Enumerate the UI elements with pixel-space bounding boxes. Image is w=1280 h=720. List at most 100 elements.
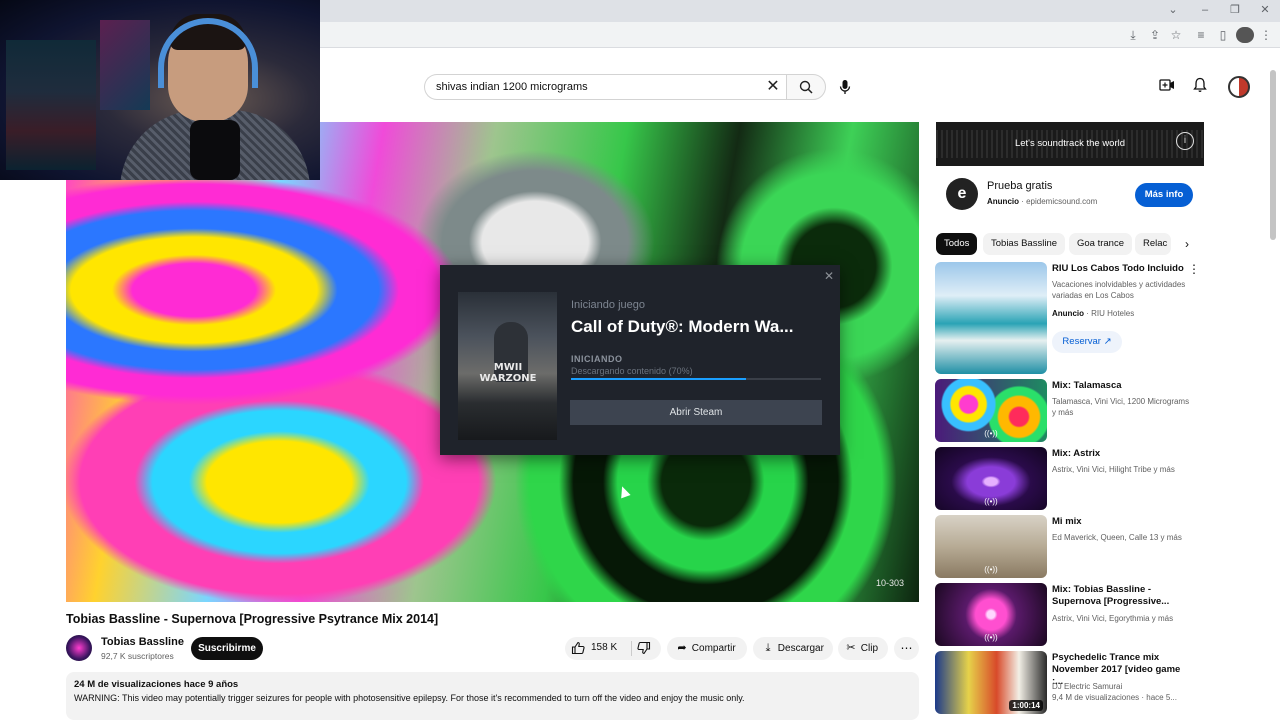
rec-thumbnail-psytrance[interactable]: 1:00:14 [935, 651, 1047, 714]
launch-status: Iniciando juego [571, 299, 646, 311]
channel-avatar[interactable] [66, 635, 92, 661]
webcam-overlay [0, 0, 320, 180]
dislike-icon [637, 641, 651, 655]
progress-fill [571, 378, 746, 380]
mix-icon: ((•)) [984, 497, 998, 506]
download-button[interactable]: ⤓ Descargar [753, 637, 833, 660]
subscriber-count: 92,7 K suscriptores [101, 651, 174, 661]
rec-sub: Ed Maverick, Queen, Calle 13 y más [1052, 533, 1182, 542]
chip-relax[interactable]: Relac [1135, 233, 1171, 255]
rec-sub: Astrix, Vini Vici, Hilight Tribe y más [1052, 465, 1175, 474]
rec-advertiser: RIU Hoteles [1091, 309, 1135, 318]
advertiser-logo[interactable]: e [946, 178, 978, 210]
open-steam-button[interactable]: Abrir Steam [570, 400, 822, 425]
more-actions-button[interactable]: ⋯ [894, 637, 919, 660]
user-avatar[interactable] [1228, 76, 1250, 98]
media-control-icon[interactable]: ≡ [1192, 27, 1210, 43]
ad-title[interactable]: Prueba gratis [987, 180, 1052, 192]
chip-tobias-bassline[interactable]: Tobias Bassline [983, 233, 1066, 255]
like-button[interactable] [571, 641, 585, 660]
mix-icon: ((•)) [984, 565, 998, 574]
share-button[interactable]: ➦ Compartir [667, 637, 747, 660]
channel-name[interactable]: Tobias Bassline [101, 636, 184, 648]
share-label: Compartir [691, 643, 736, 654]
like-icon [571, 641, 585, 655]
progress-bar [571, 378, 821, 380]
close-icon[interactable]: ✕ [822, 269, 836, 283]
chip-all[interactable]: Todos [936, 233, 978, 255]
cover-logo-text: MWII WARZONE [479, 362, 537, 384]
rec-thumbnail-mi-mix[interactable]: ((•)) [935, 515, 1047, 578]
install-app-icon[interactable]: ⤓ [1124, 27, 1142, 43]
rec-sub: Astrix, Vini Vici, Egorythmia y más [1052, 614, 1174, 623]
view-count: 24 M de visualizaciones hace 9 años [74, 679, 239, 690]
rec-thumbnail-astrix[interactable]: ((•)) [935, 447, 1047, 510]
video-title: Tobias Bassline - Supernova [Progressive… [66, 612, 439, 626]
rec-title[interactable]: Mi mix [1052, 516, 1192, 528]
clear-search-icon[interactable]: ✕ [764, 77, 782, 97]
share-page-icon[interactable]: ⇪ [1146, 27, 1164, 43]
more-info-button[interactable]: Más info [1135, 183, 1193, 207]
launch-state: INICIANDO [571, 354, 623, 364]
game-cover-image: MWII WARZONE [458, 292, 557, 440]
bookmark-star-icon[interactable]: ☆ [1167, 27, 1185, 43]
game-title: Call of Duty®: Modern Wa... [571, 317, 794, 336]
chip-goa-trance[interactable]: Goa trance [1069, 233, 1132, 255]
clip-label: Clip [860, 643, 879, 654]
rec-channel: DJ Electric Samurai [1052, 682, 1123, 691]
progress-text: Descargando contenido (70%) [571, 366, 693, 376]
profile-avatar[interactable] [1236, 27, 1254, 43]
subscribe-button[interactable]: Suscribirme [191, 637, 263, 660]
like-count: 158 K [591, 642, 618, 653]
info-icon[interactable]: i [1176, 132, 1194, 150]
more-options-icon[interactable]: ⋮ [1188, 262, 1200, 278]
mix-icon: ((•)) [984, 633, 998, 642]
download-label: Descargar [777, 643, 824, 654]
rec-thumbnail-riu[interactable] [935, 262, 1047, 374]
like-dislike-group: 158 K [565, 637, 661, 660]
rec-ad-meta: Anuncio · RIU Hoteles [1052, 309, 1135, 318]
video-watermark: 10-303 [876, 578, 905, 588]
external-link-icon: ↗ [1103, 336, 1112, 347]
rec-title[interactable]: RIU Los Cabos Todo Incluido [1052, 263, 1192, 275]
rec-ad-label: Anuncio [1052, 309, 1084, 318]
rec-title[interactable]: Mix: Tobias Bassline - Supernova [Progre… [1052, 584, 1192, 608]
close-window-icon[interactable]: ✕ [1256, 2, 1274, 18]
steam-launch-dialog: ✕ MWII WARZONE Iniciando juego Call of D… [440, 265, 840, 455]
voice-search-button[interactable] [833, 75, 857, 99]
ad-domain: epidemicsound.com [1026, 197, 1098, 206]
ad-banner[interactable]: Let's soundtrack the world i [936, 122, 1204, 166]
cam-frame [100, 20, 150, 110]
side-panel-icon[interactable]: ▯ [1214, 27, 1232, 43]
search-input[interactable]: shivas indian 1200 micrograms [424, 74, 786, 100]
clip-button[interactable]: ✂ Clip [838, 637, 888, 660]
search-icon [799, 80, 813, 94]
rec-title[interactable]: Mix: Astrix [1052, 448, 1192, 460]
dislike-button[interactable] [637, 641, 651, 660]
restore-icon[interactable]: ❐ [1226, 2, 1244, 18]
cam-microphone [190, 120, 240, 180]
bell-icon[interactable] [1190, 77, 1210, 97]
description-text: WARNING: This video may potentially trig… [74, 693, 745, 703]
mix-icon: ((•)) [984, 429, 998, 438]
cam-shelf [6, 40, 96, 170]
page-scrollbar[interactable] [1270, 70, 1276, 240]
tab-dropdown-icon[interactable]: ⌄ [1164, 2, 1182, 18]
scissors-icon: ✂ [846, 642, 856, 654]
description-box[interactable]: 24 M de visualizaciones hace 9 años WARN… [66, 672, 919, 720]
create-video-icon[interactable] [1157, 77, 1177, 97]
reserve-button[interactable]: Reservar ↗ [1052, 331, 1122, 353]
rec-thumbnail-supernova[interactable]: ((•)) [935, 583, 1047, 646]
search-button[interactable] [786, 74, 826, 100]
reserve-label: Reservar [1062, 336, 1101, 347]
rec-title[interactable]: Mix: Talamasca [1052, 380, 1192, 392]
ad-meta: Anuncio · epidemicsound.com [987, 197, 1098, 206]
rec-thumbnail-talamasca[interactable]: ((•)) [935, 379, 1047, 442]
rec-sub: Vacaciones inolvidables y actividades va… [1052, 280, 1186, 300]
minimize-icon[interactable]: – [1196, 2, 1214, 18]
mic-icon [839, 80, 851, 94]
like-divider [631, 641, 632, 656]
browser-menu-icon[interactable]: ⋮ [1257, 27, 1275, 43]
chevron-right-icon[interactable]: › [1178, 235, 1196, 253]
rec-views: 9,4 M de visualizaciones · hace 5... [1052, 693, 1177, 702]
